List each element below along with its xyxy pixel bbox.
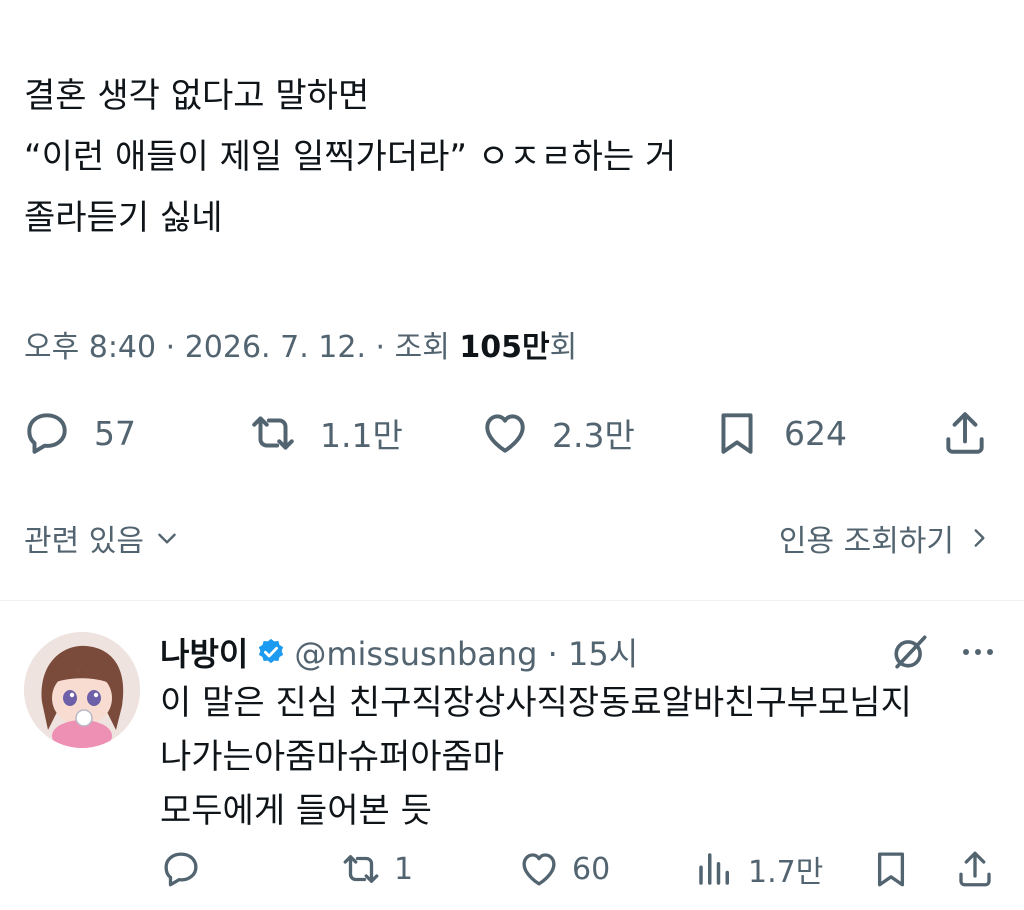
chevron-right-icon	[974, 529, 985, 547]
reply-retweet-count: 1	[394, 851, 414, 887]
retweet-button[interactable]: 1.1만	[248, 404, 403, 462]
bookmark-button[interactable]: 624	[712, 404, 847, 462]
share-button[interactable]	[940, 404, 990, 462]
chevron-down-icon	[158, 533, 176, 544]
reply-line: 모두에게 들어본 듯	[160, 791, 432, 831]
reply-views-button[interactable]: 1.7만	[694, 846, 823, 892]
tweet-detail-page: 결혼 생각 없다고 말하면 “이런 애들이 제일 일찍가더라” ㅇㅈㄹ하는 거 …	[0, 0, 1024, 910]
tweet-line: 결혼 생각 없다고 말하면	[24, 76, 370, 116]
more-options-icon[interactable]	[958, 640, 998, 664]
reply-like-count: 60	[572, 851, 611, 887]
related-label: 관련 있음	[24, 524, 144, 559]
bookmark-icon	[721, 413, 753, 454]
views-count: 105만	[459, 330, 550, 365]
retweet-icon	[343, 855, 379, 883]
heart-icon	[485, 414, 525, 453]
grok-icon[interactable]	[888, 630, 932, 674]
reply-author-name[interactable]: 나방이	[160, 629, 248, 675]
share-icon	[959, 851, 991, 887]
retweet-icon	[252, 416, 294, 450]
reply-bookmark-button[interactable]	[870, 846, 912, 892]
heart-icon	[522, 853, 556, 886]
reply-line: 이 말은 진심 친구직장상사직장동료알바친구부모님지	[160, 683, 912, 723]
reply-count: 57	[94, 413, 136, 453]
divider	[0, 600, 1024, 601]
reply-share-button[interactable]	[954, 846, 996, 892]
tweet-action-bar: 57 1.1만 2.3만 624	[22, 404, 992, 462]
tweet-timestamp[interactable]: 오후 8:40 · 2026. 7. 12. · 조회	[24, 330, 459, 365]
quotes-label: 인용 조회하기	[778, 524, 954, 559]
reply-icon	[27, 413, 67, 454]
reply-line: 나가는아줌마슈퍼아줌마	[160, 737, 505, 777]
share-icon	[946, 412, 984, 454]
tweet-line: 졸라듣기 싫네	[24, 198, 223, 238]
related-toggle[interactable]: 관련 있음	[24, 516, 180, 560]
reply-reply-button[interactable]	[160, 846, 214, 892]
views-suffix: 회	[549, 330, 578, 365]
reply-button[interactable]: 57	[22, 404, 136, 462]
bookmark-icon	[877, 852, 905, 887]
like-button[interactable]: 2.3만	[480, 404, 635, 462]
tweet-line: “이런 애들이 제일 일찍가더라” ㅇㅈㄹ하는 거	[24, 137, 677, 177]
view-quotes-link[interactable]: 인용 조회하기	[779, 516, 992, 560]
like-count: 2.3만	[552, 416, 635, 455]
avatar[interactable]	[24, 632, 140, 748]
reply-text: 이 말은 진심 친구직장상사직장동료알바친구부모님지 나가는아줌마슈퍼아줌마 모…	[160, 676, 1000, 838]
tweet-meta: 오후 8:40 · 2026. 7. 12. · 조회 105만회	[24, 322, 577, 366]
retweet-count: 1.1만	[320, 416, 403, 455]
reply-like-button[interactable]: 60	[518, 846, 610, 892]
reply-icon	[164, 852, 198, 887]
reply-views-count: 1.7만	[748, 855, 824, 890]
bookmark-count: 624	[784, 413, 847, 453]
reply-action-bar: 1 60 1.7만	[160, 846, 1000, 892]
tweet-text: 결혼 생각 없다고 말하면 “이런 애들이 제일 일찍가더라” ㅇㅈㄹ하는 거 …	[24, 66, 984, 249]
avatar-image-icon	[24, 632, 140, 748]
reply-retweet-button[interactable]: 1	[340, 846, 413, 892]
reply-handle[interactable]: @missusnbang · 15시	[294, 629, 638, 675]
verified-badge-icon	[259, 638, 284, 664]
views-chart-icon	[699, 853, 729, 885]
reply-header: 나방이 @missusnbang · 15시	[160, 626, 638, 678]
